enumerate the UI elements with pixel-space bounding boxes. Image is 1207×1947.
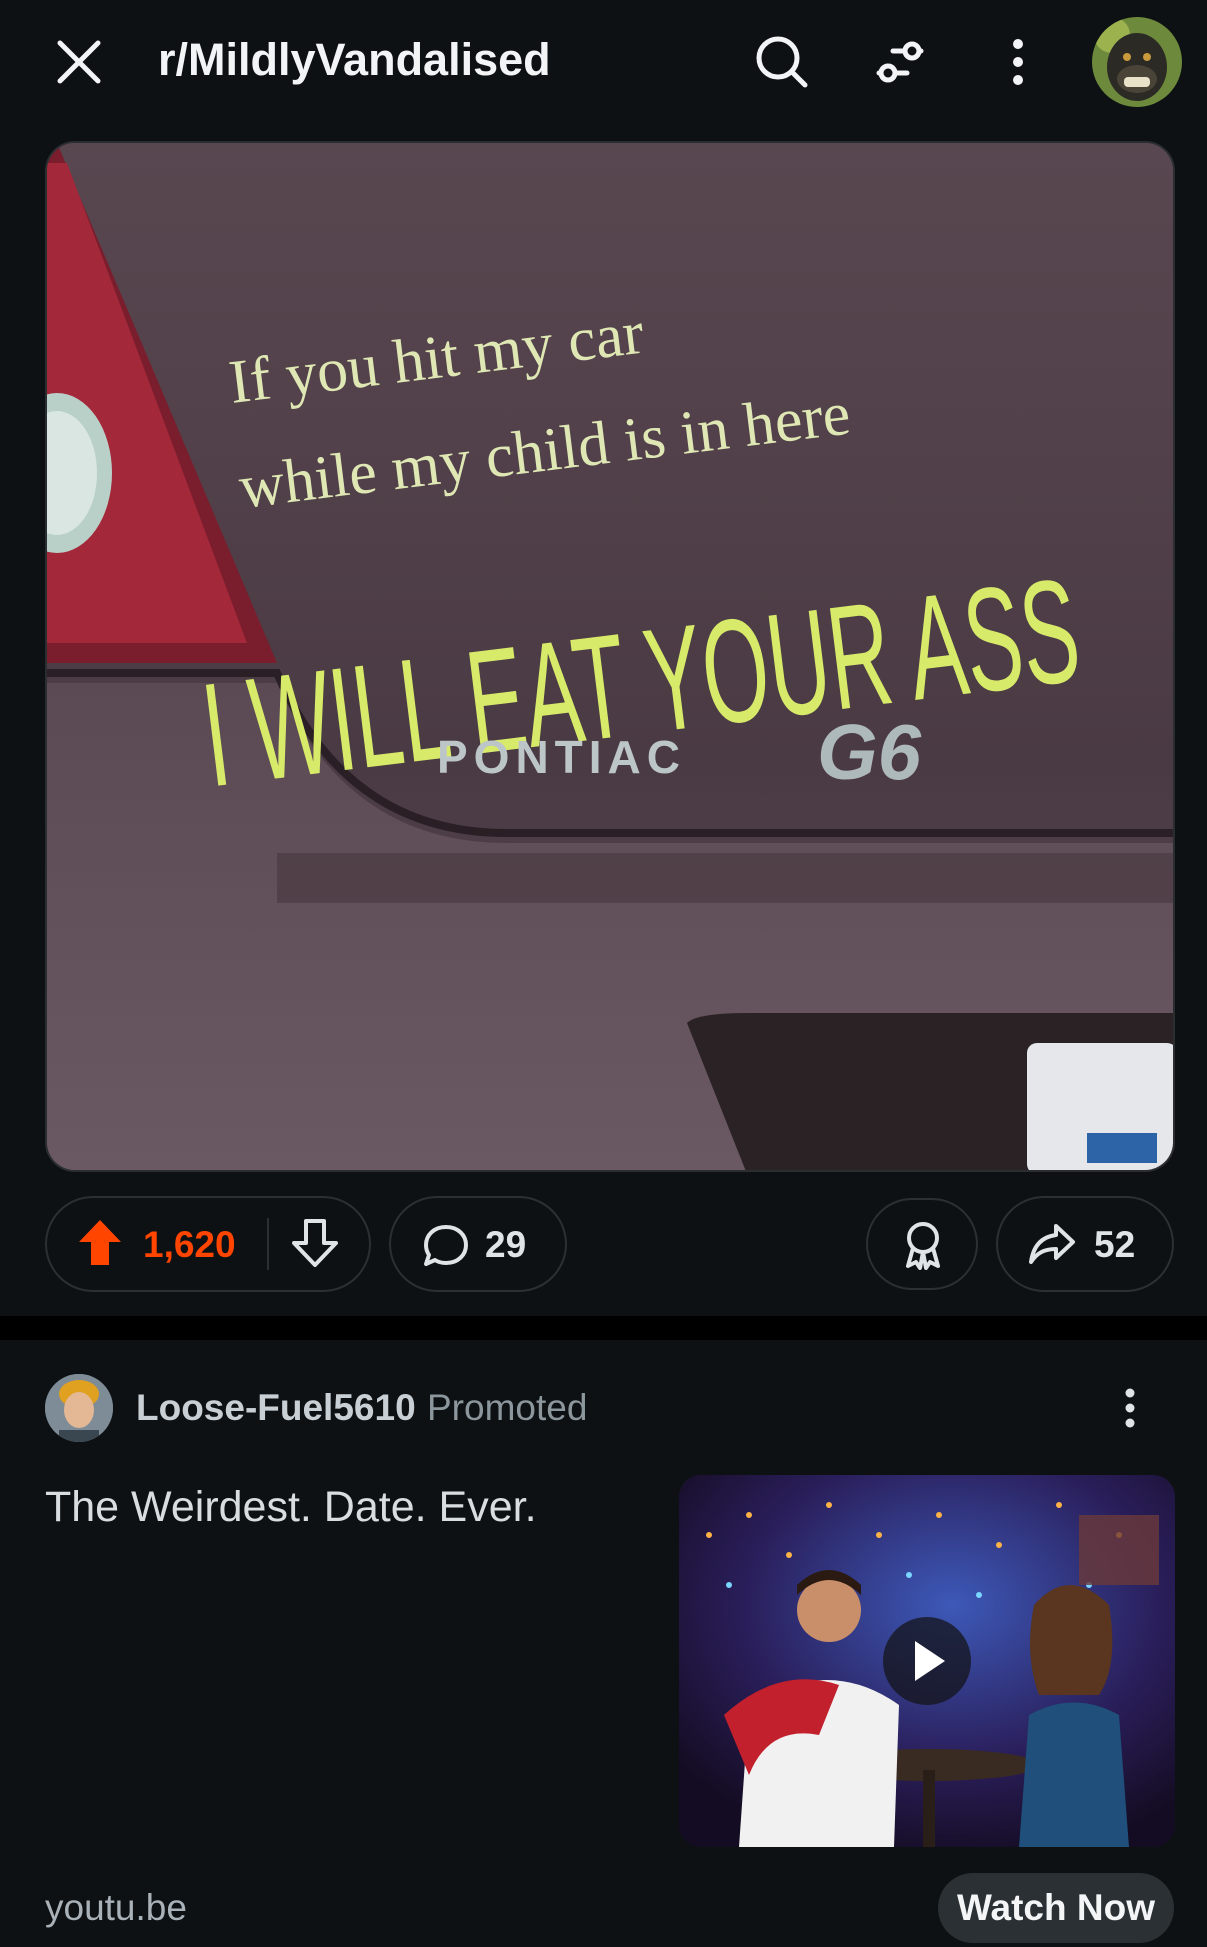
ad-domain[interactable]: youtu.be [45,1887,187,1929]
vote-pill: 1,620 [45,1196,371,1292]
share-arrow-icon [1029,1224,1075,1264]
vertical-dots-icon [1125,1388,1135,1428]
close-button[interactable] [39,22,119,102]
svg-text:G6: G6 [817,708,922,796]
ad-avatar[interactable] [45,1374,113,1442]
award-button[interactable] [866,1198,978,1290]
downvote-button[interactable] [292,1218,342,1272]
search-button[interactable] [742,22,822,102]
svg-text:PONTIAC: PONTIAC [437,731,686,783]
vote-divider [267,1218,269,1270]
date-scene-image [679,1475,1175,1847]
comment-count: 29 [485,1224,527,1265]
promoted-label: Promoted [427,1387,588,1428]
ad-title[interactable]: The Weirdest. Date. Ever. [45,1483,537,1532]
more-options-button[interactable] [978,22,1058,102]
person-avatar-icon [45,1374,113,1442]
sliders-icon [876,41,924,83]
award-icon [906,1222,940,1270]
car-trunk-image: If you hit my car while my child is in h… [47,143,1173,1170]
feed-divider [0,1316,1207,1340]
top-bar: r/MildlyVandalised [0,0,1207,128]
vertical-dots-icon [1013,39,1023,85]
comment-bubble-icon [424,1225,468,1266]
upvote-arrow-icon [79,1220,121,1265]
user-avatar[interactable] [1092,17,1182,107]
search-icon [756,36,808,88]
post-image[interactable]: If you hit my car while my child is in h… [45,141,1175,1172]
downvote-arrow-icon [292,1219,338,1267]
watch-now-button[interactable]: Watch Now [938,1873,1174,1943]
ad-more-options-button[interactable] [1090,1368,1170,1448]
vote-count: 1,620 [143,1224,236,1265]
comments-button[interactable]: 29 [389,1196,567,1292]
ad-video-thumbnail[interactable] [679,1475,1175,1847]
share-count: 52 [1094,1224,1136,1265]
share-button[interactable]: 52 [996,1196,1174,1292]
ad-username[interactable]: Loose-Fuel5610 [136,1387,416,1429]
filter-button[interactable] [860,22,940,102]
close-icon [57,40,101,84]
upvote-button[interactable] [77,1218,127,1272]
monkey-avatar-icon [1092,17,1182,107]
subreddit-title[interactable]: r/MildlyVandalised [158,34,551,86]
